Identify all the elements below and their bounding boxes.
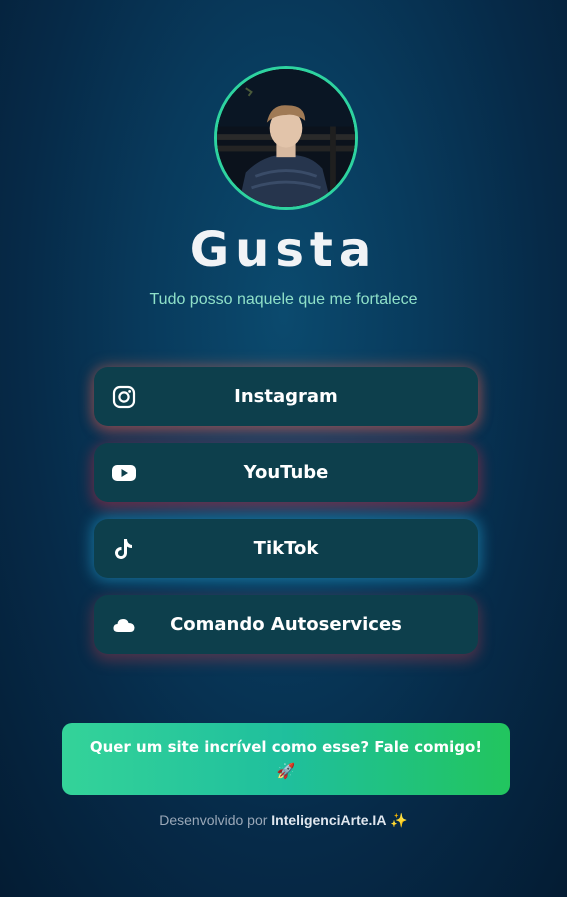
profile-photo [217,69,355,207]
instagram-link-button[interactable]: Instagram [94,367,478,426]
sparkles-icon: ✨ [390,812,408,828]
youtube-link-button[interactable]: YouTube [94,443,478,502]
instagram-icon [111,384,137,410]
comando-autoservices-link-button[interactable]: Comando Autoservices [94,595,478,654]
youtube-icon [111,460,137,486]
contact-cta-button[interactable]: Quer um site incrível como esse? Fale co… [62,723,510,795]
profile-tagline: Tudo posso naquele que me fortalece [149,291,418,308]
footer-credit: Desenvolvido por InteligenciArte.IA ✨ [0,812,567,829]
profile-avatar [214,66,358,210]
profile-name: Gusta [189,222,378,278]
tiktok-icon [111,536,137,562]
cloud-icon [111,612,137,638]
footer-brand-link[interactable]: InteligenciArte.IA [271,812,386,828]
rocket-icon: 🚀 [276,762,296,780]
cta-text: Quer um site incrível como esse? Fale co… [89,738,483,756]
footer-prefix: Desenvolvido por [159,812,268,828]
tiktok-link-label: TikTok [253,538,319,559]
youtube-link-label: YouTube [243,462,329,483]
instagram-link-label: Instagram [234,386,338,407]
tiktok-link-button[interactable]: TikTok [94,519,478,578]
comando-autoservices-link-label: Comando Autoservices [170,614,402,635]
